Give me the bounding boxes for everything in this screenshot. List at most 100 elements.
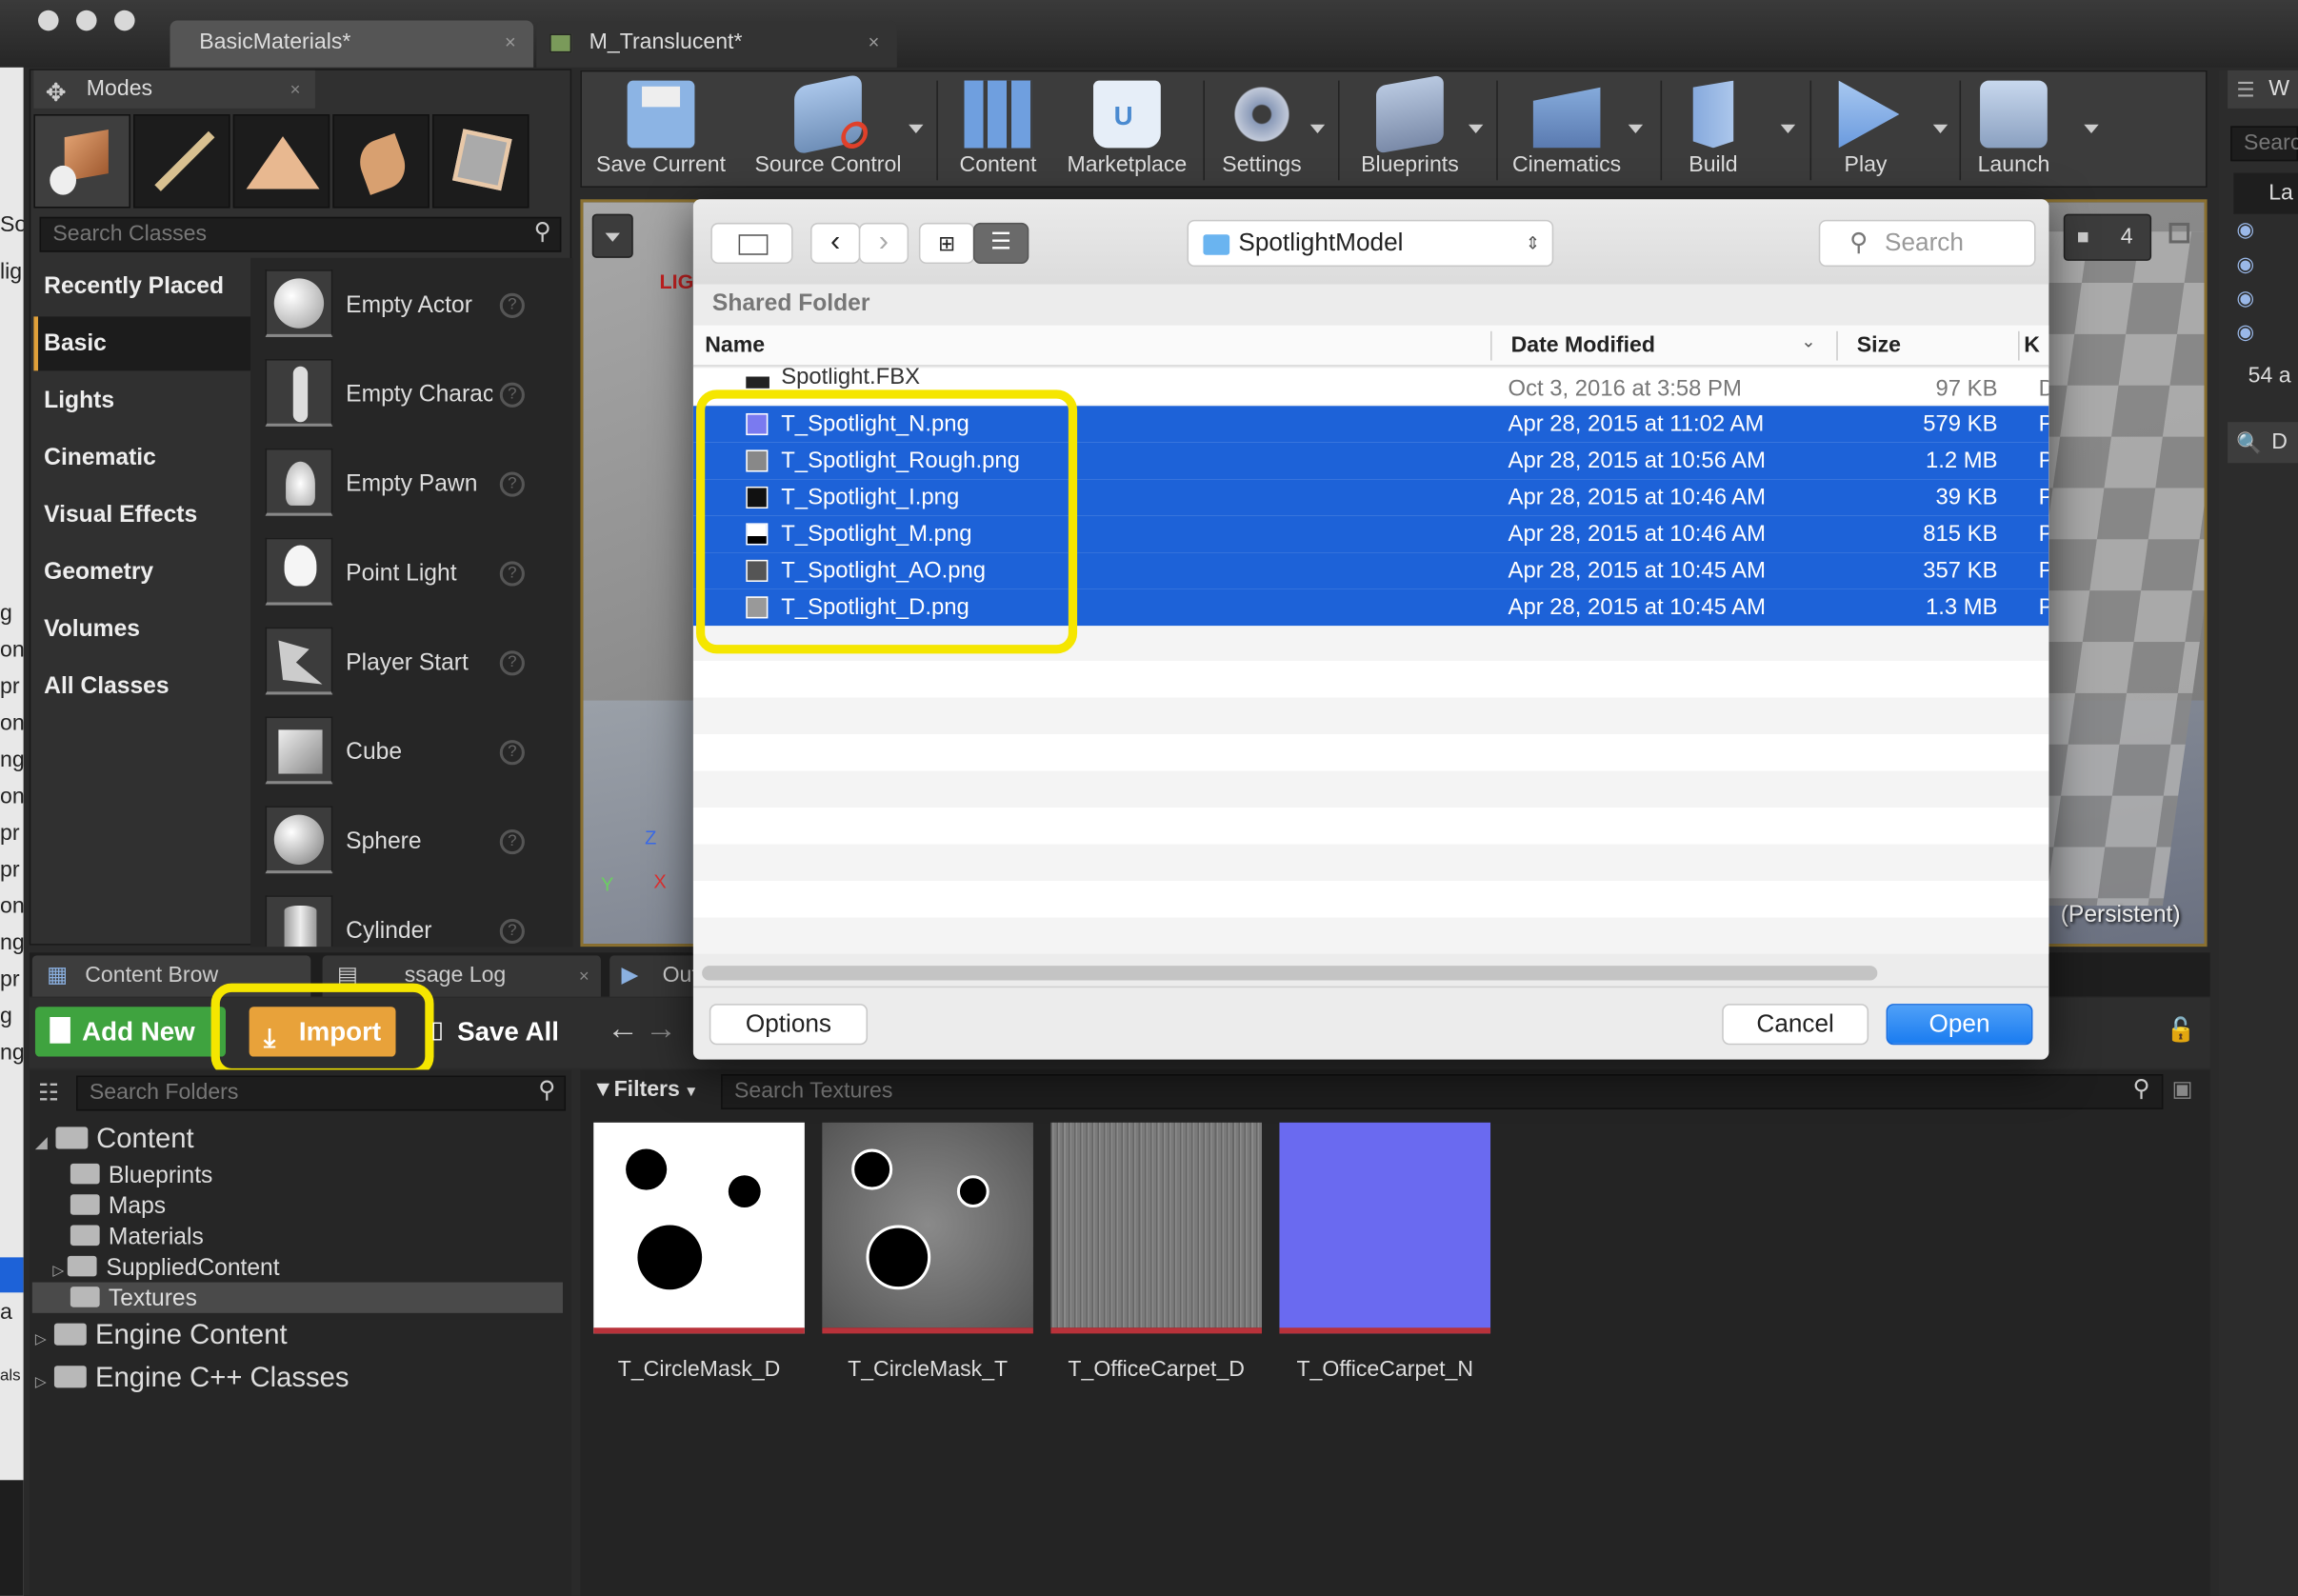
world-outliner-tab[interactable]: ☰ W — [2228, 70, 2298, 109]
build-dropdown-icon[interactable] — [1780, 124, 1796, 134]
category-visual-effects[interactable]: Visual Effects — [33, 488, 250, 542]
help-icon[interactable]: ? — [499, 918, 525, 945]
cancel-button[interactable]: Cancel — [1722, 1004, 1869, 1046]
sidebar-toggle-button[interactable] — [710, 222, 793, 265]
close-window-button[interactable] — [38, 10, 59, 31]
folder-materials[interactable]: Materials — [70, 1222, 204, 1252]
folder-maps[interactable]: Maps — [70, 1191, 166, 1222]
source-control-dropdown-icon[interactable] — [909, 124, 924, 134]
category-geometry[interactable]: Geometry — [33, 545, 250, 599]
help-icon[interactable]: ? — [499, 650, 525, 676]
play-dropdown-icon[interactable] — [1932, 124, 1948, 134]
save-all-button[interactable]: ▯ Save All — [428, 1007, 580, 1056]
source-control-button[interactable]: Source Control — [743, 71, 913, 189]
close-tab-icon[interactable]: × — [290, 70, 301, 109]
settings-dropdown-icon[interactable] — [1309, 124, 1326, 134]
column-size[interactable]: Size — [1857, 326, 1901, 367]
help-icon[interactable]: ? — [499, 561, 525, 587]
maximize-viewport-icon[interactable] — [2168, 222, 2190, 244]
place-item-empty-actor[interactable]: Empty Actor ? — [265, 264, 553, 349]
paint-mode-button[interactable] — [133, 114, 230, 209]
save-search-icon[interactable]: ▣ — [2172, 1076, 2193, 1102]
marketplace-button[interactable]: U Marketplace — [1057, 71, 1198, 189]
cinematics-dropdown-icon[interactable] — [1628, 124, 1644, 134]
icon-view-button[interactable]: ⊞ — [918, 222, 975, 265]
place-item-player-start[interactable]: Player Start ? — [265, 621, 553, 706]
minimize-window-button[interactable] — [76, 10, 97, 31]
asset-t-circlemask-d[interactable] — [593, 1122, 805, 1334]
asset-t-officecarpet-d[interactable] — [1050, 1122, 1262, 1334]
asset-t-officecarpet-n[interactable] — [1279, 1122, 1491, 1334]
visibility-eye-icon[interactable]: ◉ — [2236, 319, 2254, 344]
geometry-mode-button[interactable] — [431, 114, 530, 209]
forward-button[interactable]: › — [858, 222, 909, 265]
back-arrow-icon[interactable]: ← — [607, 1009, 639, 1047]
help-icon[interactable]: ? — [499, 382, 525, 408]
folder-textures[interactable]: Textures — [70, 1284, 197, 1314]
column-date-modified[interactable]: Date Modified — [1511, 326, 1655, 367]
place-item-point-light[interactable]: Point Light ? — [265, 532, 553, 617]
place-item-empty-pawn[interactable]: Empty Pawn ? — [265, 443, 553, 528]
category-lights[interactable]: Lights — [33, 373, 250, 428]
add-new-button[interactable]: Add New — [34, 1007, 226, 1057]
viewport-options-button[interactable] — [591, 213, 633, 258]
close-tab-icon[interactable]: × — [869, 21, 880, 65]
search-textures-input[interactable]: Search Textures ⚲ — [721, 1074, 2164, 1109]
options-button[interactable]: Options — [709, 1004, 869, 1046]
modes-tab[interactable]: ✥ Modes × — [33, 70, 315, 109]
sources-panel-icon[interactable]: ☷ — [38, 1079, 59, 1108]
tab-m-translucent[interactable]: M_Translucent* × — [536, 20, 897, 68]
outliner-column-header[interactable]: La — [2233, 172, 2298, 214]
save-current-button[interactable]: Save Current — [588, 71, 734, 189]
list-view-button[interactable]: ☰ — [972, 222, 1029, 265]
folder-engine-cpp-classes[interactable]: ▷ Engine C++ Classes — [35, 1362, 350, 1397]
help-icon[interactable]: ? — [499, 471, 525, 497]
expand-arrow-icon[interactable]: ▷ — [52, 1264, 68, 1280]
back-button[interactable]: ‹ — [810, 222, 861, 265]
horizontal-scrollbar[interactable] — [702, 966, 1878, 981]
tab-basic-materials[interactable]: BasicMaterials* × — [170, 20, 534, 68]
folder-engine-content[interactable]: ▷ Engine Content — [35, 1319, 288, 1354]
blueprints-button[interactable]: Blueprints — [1347, 71, 1472, 189]
details-tab[interactable]: 🔍 D — [2228, 422, 2298, 464]
filters-button[interactable]: ▼Filters ▼ — [592, 1072, 709, 1107]
zoom-window-button[interactable] — [114, 10, 135, 31]
category-basic[interactable]: Basic — [33, 316, 251, 371]
help-icon[interactable]: ? — [499, 292, 525, 318]
expand-arrow-icon[interactable]: ◢ — [35, 1134, 48, 1151]
dialog-search-input[interactable]: ⚲ Search — [1818, 219, 2036, 268]
search-folders-input[interactable]: Search Folders ⚲ — [76, 1075, 567, 1111]
visibility-eye-icon[interactable]: ◉ — [2236, 252, 2254, 277]
landscape-mode-button[interactable] — [232, 114, 330, 209]
place-item-cube[interactable]: Cube ? — [265, 710, 553, 795]
play-button[interactable]: Play — [1816, 71, 1916, 189]
search-classes-input[interactable]: Search Classes ⚲ — [39, 216, 562, 252]
close-tab-icon[interactable]: × — [505, 21, 516, 65]
lock-icon[interactable]: 🔓 — [2166, 1015, 2195, 1045]
outliner-search-input[interactable]: Searc — [2230, 126, 2298, 162]
camera-speed-button[interactable]: ■ 4 — [2063, 213, 2152, 261]
settings-button[interactable]: Settings — [1209, 71, 1315, 189]
help-icon[interactable]: ? — [499, 740, 525, 766]
place-item-cylinder[interactable]: Cylinder ? — [265, 889, 553, 948]
cinematics-button[interactable]: Cinematics — [1502, 71, 1630, 189]
content-button[interactable]: Content — [946, 71, 1051, 189]
folder-blueprints[interactable]: Blueprints — [70, 1161, 212, 1191]
column-name[interactable]: Name — [705, 326, 765, 367]
place-item-empty-character[interactable]: Empty Chara​cter ? — [265, 353, 553, 438]
category-recently-placed[interactable]: Recently Placed — [33, 259, 250, 313]
category-all-classes[interactable]: All Classes — [33, 660, 250, 714]
forward-arrow-icon[interactable]: → — [645, 1009, 677, 1047]
foliage-mode-button[interactable] — [332, 114, 430, 209]
launch-dropdown-icon[interactable] — [2084, 124, 2099, 134]
launch-button[interactable]: Launch — [1966, 71, 2063, 189]
visibility-eye-icon[interactable]: ◉ — [2236, 217, 2254, 242]
close-tab-icon[interactable]: × — [579, 955, 589, 996]
category-cinematic[interactable]: Cinematic — [33, 430, 250, 485]
folder-supplied-content[interactable]: ▷ SuppliedContent — [52, 1253, 280, 1284]
asset-t-circlemask-t[interactable] — [822, 1122, 1033, 1334]
place-item-sphere[interactable]: Sphere ? — [265, 800, 553, 885]
folder-location-select[interactable]: SpotlightModel ⇕ — [1187, 219, 1554, 268]
build-button[interactable]: Build — [1667, 71, 1760, 189]
visibility-eye-icon[interactable]: ◉ — [2236, 286, 2254, 310]
